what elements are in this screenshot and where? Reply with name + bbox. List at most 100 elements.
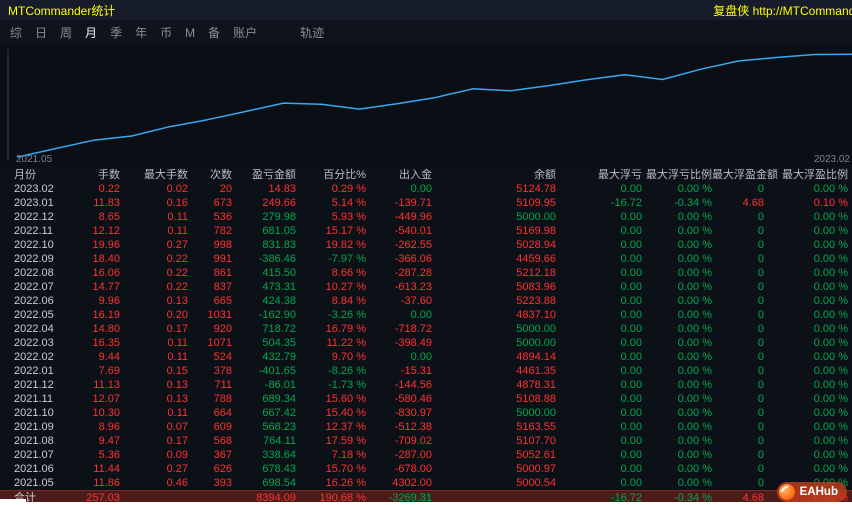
tab-quarter[interactable]: 季 — [110, 24, 122, 41]
tab-week[interactable]: 周 — [60, 24, 72, 41]
table-cell: 2021.10 — [14, 407, 54, 419]
table-row[interactable]: 2022.10 19.96 0.27 998 831.83 19.82 % -262.55 5… — [0, 238, 852, 252]
table-cell: -86.01 — [264, 379, 296, 391]
table-row[interactable]: 2022.02 9.44 0.11 524 432.79 9.70 % 0.00 4894.1… — [0, 350, 852, 364]
equity-chart-svg — [7, 49, 852, 161]
table-row[interactable]: 2022.04 14.80 0.17 920 718.72 16.79 % -718.72 5… — [0, 322, 852, 336]
table-cell: 0.00 % — [813, 449, 848, 461]
column-header-7: 余额 — [534, 169, 556, 181]
table-cell: 0.00 — [620, 393, 642, 405]
tab-account[interactable]: 账户 — [233, 24, 257, 41]
table-cell: 432.79 — [262, 351, 296, 363]
tab-note[interactable]: 备 — [208, 24, 220, 41]
table-cell: 0.00 % — [813, 267, 848, 279]
table-cell: 17.59 % — [325, 435, 366, 447]
app-title: MTCommander统计 — [8, 3, 116, 18]
table-cell: 0.11 — [167, 211, 188, 223]
table-row[interactable]: 2021.07 5.36 0.09 367 338.64 7.18 % -287.00 505… — [0, 448, 852, 462]
table-row[interactable]: 2022.11 12.12 0.11 782 681.05 15.17 % -540.01 5… — [0, 224, 852, 238]
table-row[interactable]: 2021.12 11.13 0.13 711 -86.01 -1.73 % -144.56 4… — [0, 378, 852, 392]
tab-year[interactable]: 年 — [135, 24, 147, 41]
table-cell: 0.09 — [166, 449, 188, 461]
table-cell: 0.00 — [620, 449, 642, 461]
table-row[interactable]: 2021.08 9.47 0.17 568 764.11 17.59 % -709.02 51… — [0, 434, 852, 448]
table-cell: 0 — [757, 477, 764, 489]
table-cell: 2022.07 — [14, 281, 54, 293]
table-cell: -15.31 — [400, 365, 432, 377]
table-cell: 5.36 — [98, 449, 120, 461]
table-cell: 0 — [757, 253, 764, 265]
eahub-label: EAHub — [799, 486, 838, 498]
table-cell: 5000.00 — [516, 337, 556, 349]
table-row[interactable]: 2022.06 9.96 0.13 665 424.38 8.84 % -37.60 5223… — [0, 294, 852, 308]
tab-day[interactable]: 日 — [35, 24, 47, 41]
table-cell: 711 — [214, 379, 232, 391]
x-axis-label-start: 2021.05 — [16, 154, 53, 165]
table-cell: 681.05 — [262, 225, 296, 237]
table-cell: 2022.10 — [14, 239, 54, 251]
table-cell: 0 — [757, 435, 764, 447]
table-cell: 920 — [213, 323, 232, 335]
table-cell: 0.00 % — [813, 253, 848, 265]
column-header-5: 百分比% — [323, 169, 366, 181]
table-cell: 524 — [213, 351, 232, 363]
equity-curve-line — [17, 53, 852, 158]
table-cell: 10.30 — [92, 407, 120, 419]
brand-link[interactable]: 复盘侠 http://MTCommander — [713, 2, 852, 19]
tab-magic[interactable]: M — [185, 26, 195, 40]
table-row[interactable]: 2023.02 0.22 0.02 20 14.83 0.29 % 0.00 5124.78 0… — [0, 182, 852, 196]
tab-trajectory[interactable]: 轨迹 — [300, 24, 324, 41]
table-row[interactable]: 2022.07 14.77 0.22 837 473.31 10.27 % -613.23 5… — [0, 280, 852, 294]
table-row[interactable]: 2023.01 11.83 0.16 673 249.66 5.14 % -139.71 51… — [0, 196, 852, 210]
table-cell: 424.38 — [262, 295, 296, 307]
table-cell: 8.66 % — [331, 267, 366, 279]
table-cell: 11.83 — [93, 197, 120, 209]
table-cell: 5107.70 — [516, 435, 556, 447]
table-row[interactable]: 2022.01 7.69 0.15 378 -401.65 -8.26 % -15.31 44… — [0, 364, 852, 378]
table-cell: 2022.08 — [14, 267, 54, 279]
tab-month[interactable]: 月 — [85, 24, 97, 41]
table-cell: -540.01 — [394, 225, 432, 237]
table-cell: 0.29 % — [331, 183, 366, 195]
table-row[interactable]: 2021.10 10.30 0.11 664 667.42 15.40 % -830.97 5… — [0, 406, 852, 420]
table-cell: 568.23 — [262, 421, 296, 433]
table-cell: 0.00 — [620, 365, 642, 377]
table-cell: 0.00 % — [813, 365, 848, 377]
table-cell: 8.96 — [98, 421, 120, 433]
table-cell: 2021.12 — [14, 379, 54, 391]
table-cell: 0 — [757, 421, 764, 433]
table-cell: 0.00 — [620, 379, 642, 391]
table-cell: 0.00 — [620, 309, 642, 321]
table-cell: 20 — [219, 183, 232, 195]
table-cell: 19.96 — [92, 239, 120, 251]
table-cell: 689.34 — [262, 393, 296, 405]
table-cell: 0.00 — [620, 407, 642, 419]
table-cell: 11.13 — [93, 379, 120, 391]
table-row[interactable]: 2022.09 18.40 0.22 991 -386.46 -7.97 % -366.06… — [0, 252, 852, 266]
table-cell: 5169.98 — [516, 225, 556, 237]
tab-currency[interactable]: 币 — [160, 24, 172, 41]
table-cell: -678.00 — [394, 463, 432, 475]
table-cell: 0.00 % — [677, 351, 712, 363]
column-header-11: 最大浮盈比例 — [782, 169, 848, 181]
table-cell: 0 — [757, 365, 764, 377]
table-cell: 2021.07 — [14, 449, 54, 461]
table-row[interactable]: 2022.12 8.65 0.11 536 279.98 5.93 % -449.96 500… — [0, 210, 852, 224]
table-row[interactable]: 2021.09 8.96 0.07 609 568.23 12.37 % -512.38 51… — [0, 420, 852, 434]
table-header-row: 月份 手数 最大手数 次数 盈亏金额 百分比% 出入金 余额 最大浮亏 最大浮亏比例 最大浮盈金额最… — [0, 168, 852, 182]
table-cell: 2021.06 — [14, 463, 54, 475]
table-cell: 0.27 — [166, 239, 188, 251]
column-header-4: 盈亏金额 — [252, 169, 296, 181]
table-row[interactable]: 2021.06 11.44 0.27 626 678.43 15.70 % -678.00 5… — [0, 462, 852, 476]
table-row[interactable]: 2022.05 16.19 0.20 1031 -162.90 -3.26 % 0.00 48… — [0, 308, 852, 322]
title-bar: MTCommander统计 复盘侠 http://MTCommander — [0, 0, 852, 20]
table-row[interactable]: 2022.03 16.35 0.11 1071 504.35 11.22 % -398.49… — [0, 336, 852, 350]
table-row[interactable]: 2021.11 12.07 0.13 788 689.34 15.60 % -580.46 5… — [0, 392, 852, 406]
tab-summary[interactable]: 综 — [10, 24, 22, 41]
table-cell: 0.11 — [167, 337, 188, 349]
table-row[interactable]: 2022.08 16.06 0.22 861 415.50 8.66 % -287.28 52… — [0, 266, 852, 280]
table-row[interactable]: 2021.05 11.86 0.46 393 698.54 16.26 % 4302.00 5… — [0, 476, 852, 490]
table-cell: -144.56 — [394, 379, 432, 391]
table-cell: 782 — [213, 225, 232, 237]
table-cell: -830.97 — [394, 407, 432, 419]
